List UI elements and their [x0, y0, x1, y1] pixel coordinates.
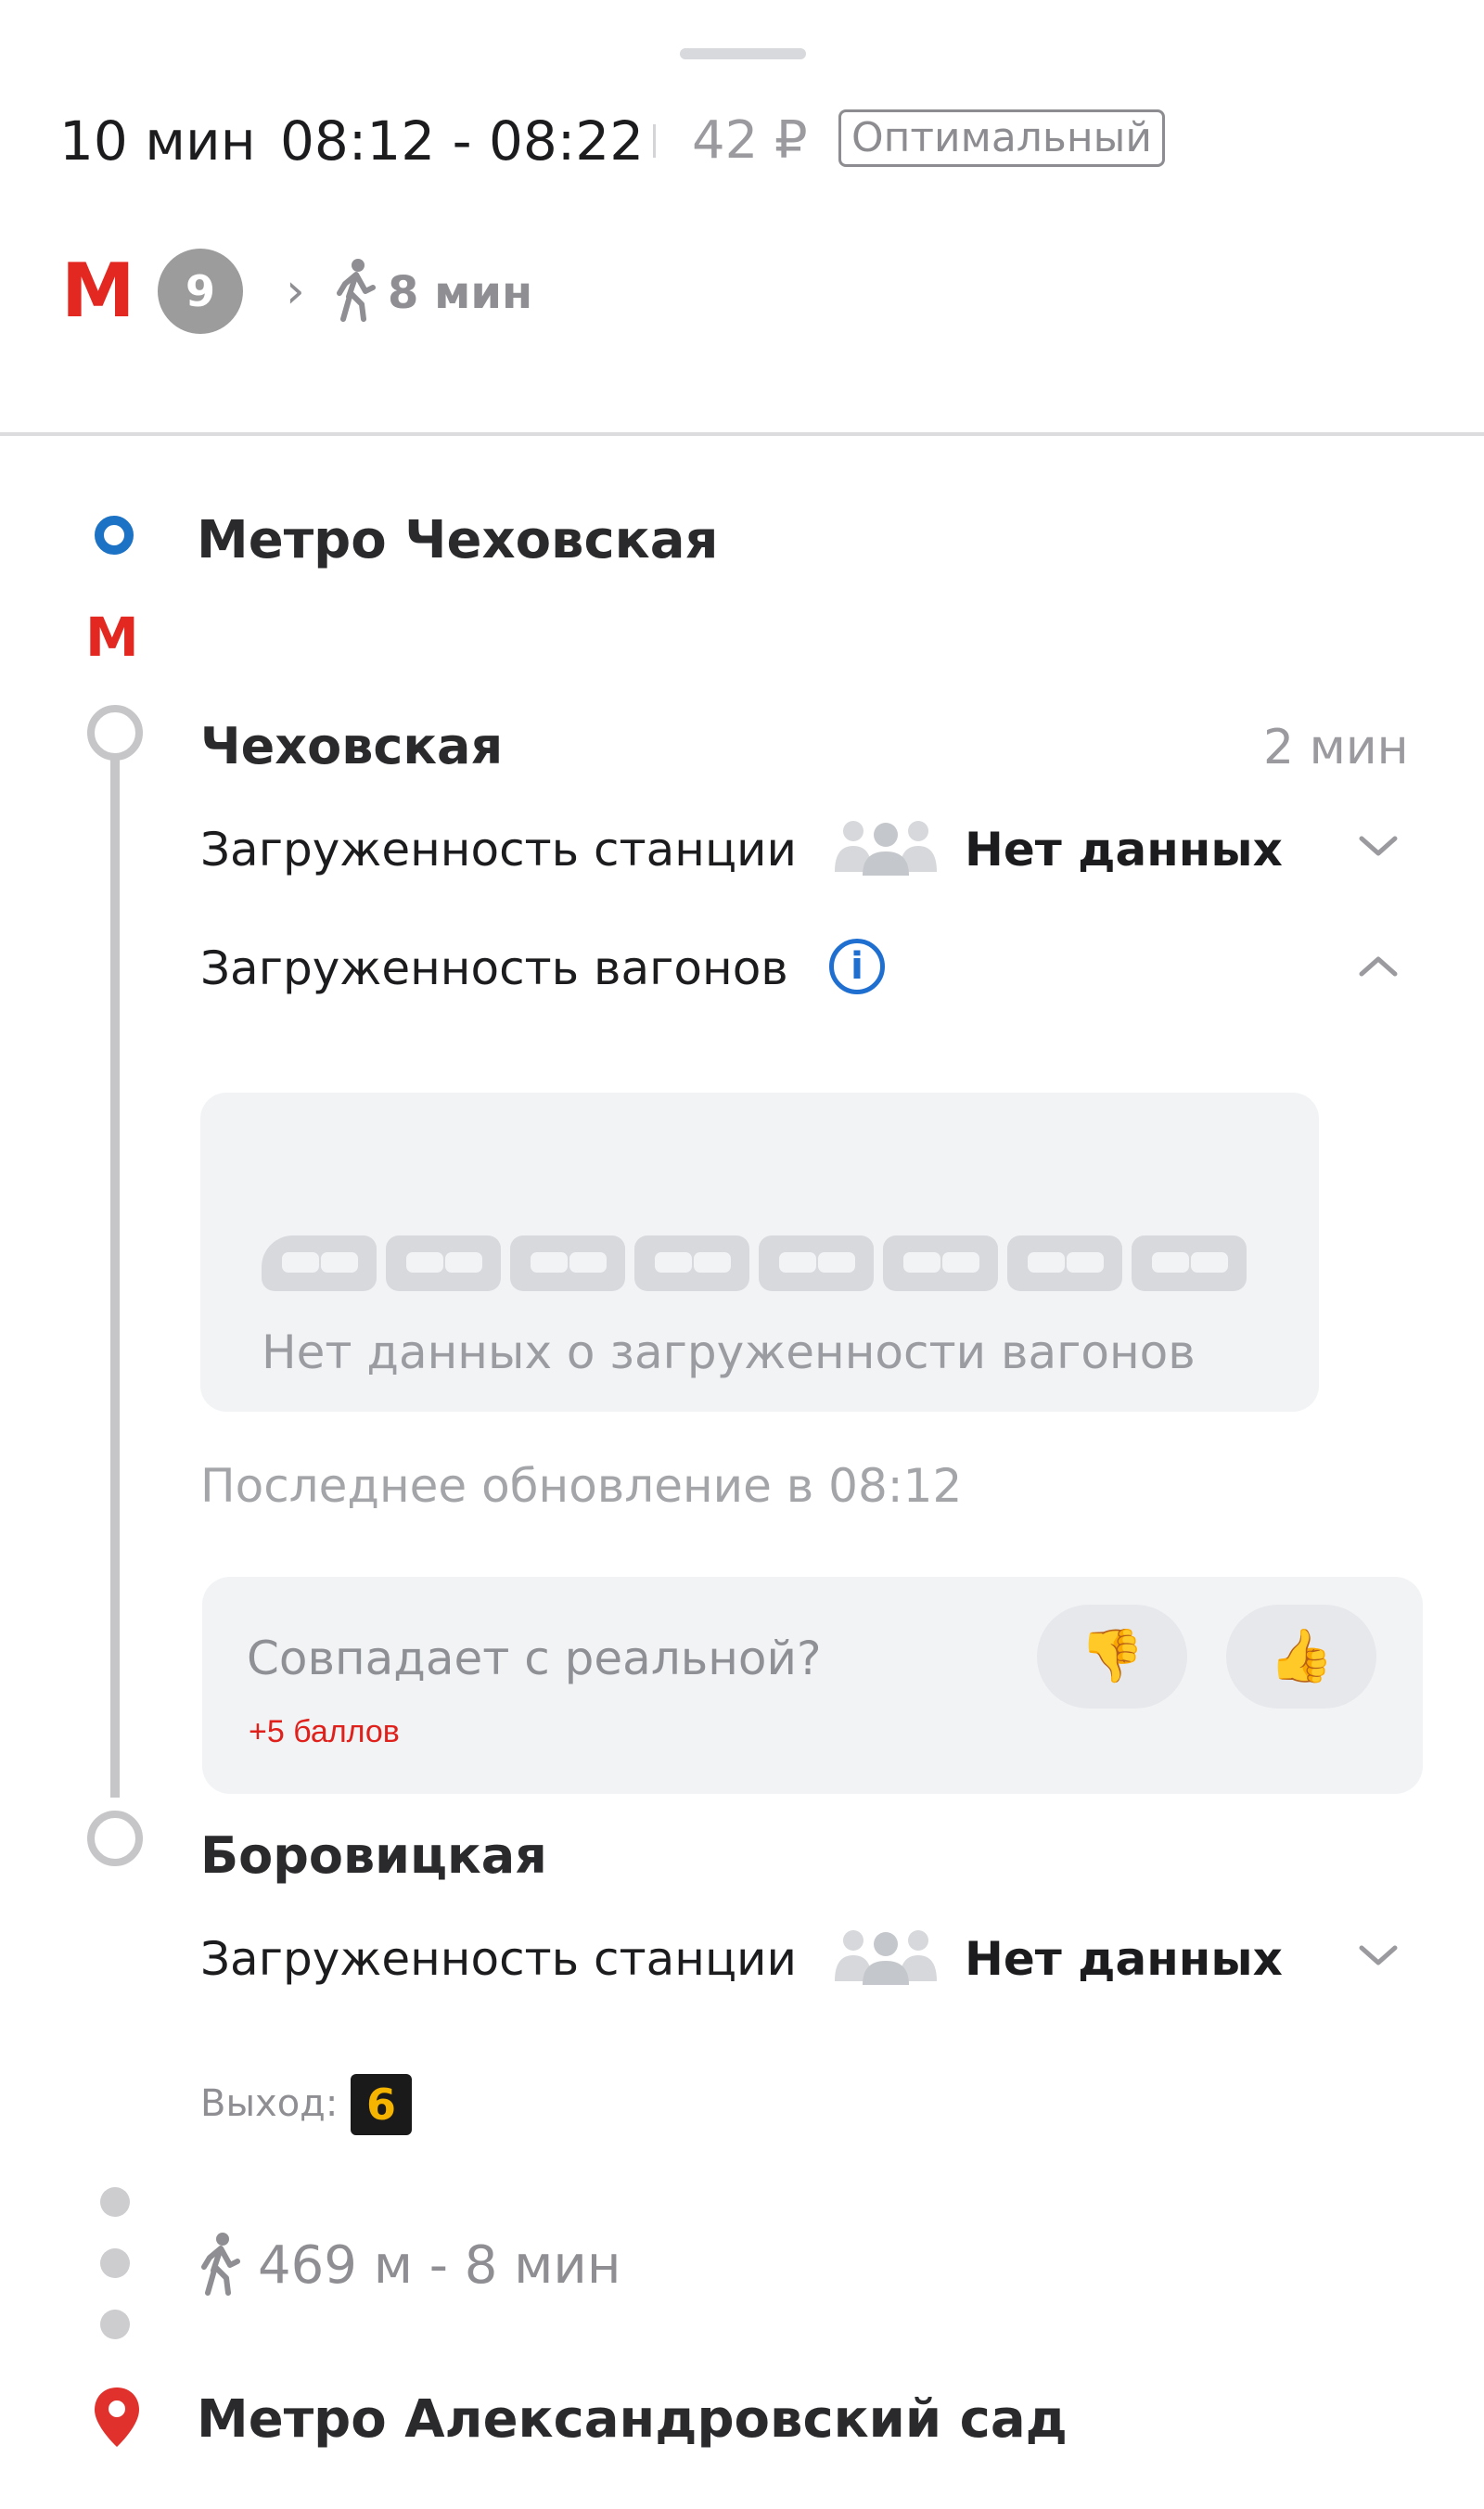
thumbs-up-button[interactable]: 👍	[1226, 1605, 1376, 1709]
route-details-sheet: 10 мин 08:12 - 08:22 42 ₽ Оптимальный M …	[0, 0, 1484, 2509]
chevron-down-icon[interactable]	[1356, 1940, 1401, 1974]
station-name: Чеховская	[200, 717, 504, 775]
last-update: Последнее обновление в 08:12	[200, 1459, 963, 1513]
walk-dot	[100, 2187, 130, 2217]
train-car	[510, 1235, 625, 1291]
route-line	[110, 753, 120, 1798]
route-duration: 10 мин	[59, 109, 256, 173]
route-time-range: 08:12 - 08:22	[280, 109, 645, 173]
train-cars	[262, 1235, 1263, 1291]
station-marker-icon	[87, 705, 143, 761]
train-car	[759, 1235, 874, 1291]
crowd-icon	[831, 1926, 940, 1991]
chevron-right-icon: ›	[286, 263, 305, 319]
chevron-down-icon[interactable]	[1356, 831, 1401, 864]
thumbs-down-button[interactable]: 👎	[1037, 1605, 1187, 1709]
metro-logo-icon: M	[61, 248, 135, 334]
origin-title: Метро Чеховская	[197, 510, 719, 570]
train-head-car	[262, 1235, 377, 1291]
walk-dot	[100, 2310, 130, 2339]
destination-pin-icon	[93, 2386, 141, 2452]
metro-logo-icon: M	[85, 606, 139, 669]
train-car	[634, 1235, 749, 1291]
walk-distance-time: 469 м - 8 мин	[258, 2235, 621, 2296]
car-load-label[interactable]: Загруженность вагонов	[200, 939, 788, 998]
car-load-message: Нет данных о загруженности вагонов	[262, 1325, 1196, 1379]
thumbs-up-icon: 👍	[1269, 1626, 1334, 1686]
info-icon[interactable]: i	[829, 939, 885, 994]
metro-line-badge: 9	[158, 249, 243, 334]
crowd-icon	[831, 816, 940, 881]
exit-label: Выход:	[200, 2082, 339, 2125]
ride-duration: 2 мин	[1263, 720, 1409, 775]
origin-marker-icon	[95, 516, 134, 555]
feedback-question: Совпадает с реальной?	[247, 1632, 822, 1685]
route-price: 42 ₽	[692, 110, 808, 171]
thumbs-down-icon: 👎	[1080, 1626, 1145, 1686]
station-load-value: Нет данных	[965, 823, 1283, 877]
station-load-label[interactable]: Загруженность станции	[200, 820, 797, 879]
train-car	[1007, 1235, 1122, 1291]
station-load-value: Нет данных	[965, 1932, 1283, 1986]
walking-person-icon	[198, 2232, 245, 2300]
chevron-up-icon[interactable]	[1356, 952, 1401, 985]
summary-walk-time: 8 мин	[388, 267, 533, 319]
destination-title: Метро Александровский сад	[197, 2389, 1068, 2450]
route-type-badge: Оптимальный	[838, 109, 1165, 167]
train-car	[883, 1235, 998, 1291]
section-divider	[0, 432, 1484, 436]
walk-dot	[100, 2248, 130, 2278]
station-load-label[interactable]: Загруженность станции	[200, 1929, 797, 1989]
sheet-drag-handle[interactable]	[680, 48, 806, 59]
train-car	[386, 1235, 501, 1291]
feedback-points: +5 баллов	[249, 1714, 400, 1749]
header-separator	[653, 124, 656, 158]
station-marker-icon	[87, 1811, 143, 1866]
station-name: Боровицкая	[200, 1826, 547, 1885]
walking-person-icon	[334, 258, 380, 326]
train-car	[1132, 1235, 1247, 1291]
exit-number-badge: 6	[351, 2074, 412, 2135]
